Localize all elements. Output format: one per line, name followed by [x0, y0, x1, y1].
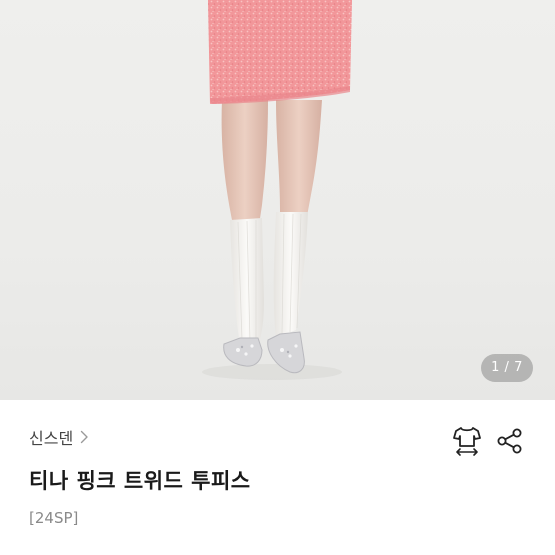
share-icon	[497, 428, 522, 454]
size-guide-button[interactable]	[450, 424, 484, 458]
chevron-right-icon	[80, 430, 88, 444]
share-button[interactable]	[493, 424, 527, 458]
image-counter: 1 / 7	[481, 354, 533, 382]
product-detail-page: 1 / 7 신스덴 티나 핑크 트위드 투피스 [24SP]	[0, 0, 555, 555]
product-title: 티나 핑크 트위드 투피스	[29, 469, 251, 493]
product-image-gallery[interactable]: 1 / 7	[0, 0, 555, 400]
product-photo	[202, 0, 352, 380]
brand-name: 신스덴	[29, 429, 74, 448]
season-tag: [24SP]	[29, 509, 79, 527]
clothing-size-icon	[453, 427, 481, 456]
brand-link[interactable]: 신스덴	[29, 424, 89, 450]
